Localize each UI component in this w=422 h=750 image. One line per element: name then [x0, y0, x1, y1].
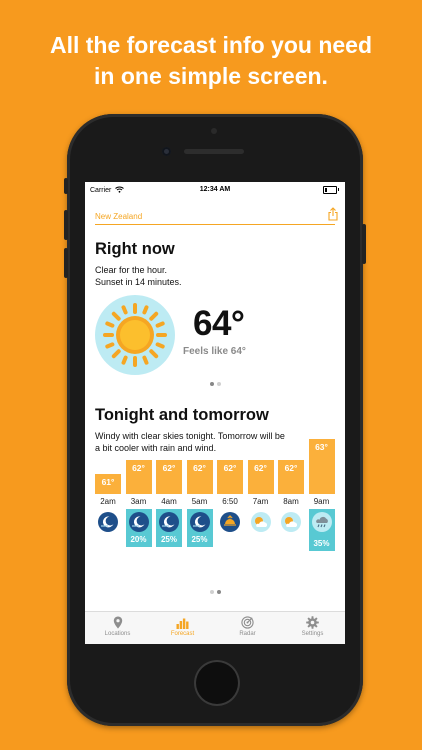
- sun-cloud-icon: [281, 512, 301, 532]
- moon-wind-icon: [159, 512, 179, 532]
- gear-icon: [306, 616, 319, 629]
- hour-label: 5am: [191, 497, 208, 506]
- hour-label: 4am: [161, 497, 177, 506]
- rain-cloud-icon: [311, 512, 332, 532]
- hour-temp: 62°: [193, 463, 206, 473]
- hour-label: 8am: [283, 497, 299, 506]
- volume-down-button: [64, 248, 68, 278]
- right-now-summary: Clear for the hour. Sunset in 14 minutes…: [95, 264, 182, 288]
- temp-bar: 61°: [95, 474, 121, 494]
- sunrise-icon: [220, 512, 240, 532]
- sun-cloud-icon: [250, 512, 271, 532]
- tab-radar[interactable]: Radar: [215, 616, 280, 637]
- tonight-title: Tonight and tomorrow: [95, 406, 269, 424]
- promo-headline: All the forecast info you need in one si…: [0, 30, 422, 92]
- app-screen: Carrier 12:34 AM New Zealand Right now C…: [85, 182, 345, 644]
- current-condition-icon: [95, 295, 175, 375]
- home-button[interactable]: [194, 660, 240, 706]
- status-bar: Carrier 12:34 AM: [85, 182, 345, 196]
- temp-bar: 63°: [308, 439, 335, 494]
- page-dot[interactable]: [209, 382, 214, 386]
- precip-percent: 25%: [160, 535, 177, 544]
- page-dot[interactable]: [209, 590, 214, 594]
- precip-percent: 20%: [130, 535, 147, 544]
- temp-bar: 62°: [247, 460, 274, 494]
- right-now-page-indicator[interactable]: [85, 382, 345, 386]
- location-pin-icon: [113, 616, 122, 629]
- volume-up-button: [64, 210, 68, 240]
- location-title[interactable]: New Zealand: [95, 212, 142, 221]
- share-icon[interactable]: [328, 207, 338, 221]
- earpiece-speaker: [184, 149, 244, 154]
- feels-like: Feels like 64°: [183, 346, 246, 357]
- hour-temp: 62°: [223, 463, 237, 473]
- tab-radar-label: Radar: [239, 631, 256, 637]
- bar-chart-icon: [176, 618, 189, 629]
- hour-label: 3am: [130, 497, 147, 506]
- hour-label: 7am: [252, 497, 269, 506]
- tab-forecast-label: Forecast: [170, 631, 195, 637]
- current-temperature: 64°: [193, 304, 245, 343]
- right-now-summary-line1: Clear for the hour.: [95, 265, 168, 275]
- front-camera: [162, 147, 171, 156]
- hour-label: 2am: [100, 497, 116, 506]
- page-dot[interactable]: [216, 382, 221, 386]
- status-time: 12:34 AM: [199, 186, 231, 193]
- tonight-page-indicator[interactable]: [85, 590, 345, 594]
- promo-headline-line1: All the forecast info you need: [49, 32, 373, 58]
- precip-percent: 25%: [191, 535, 208, 544]
- power-button: [362, 224, 366, 264]
- phone-frame: Carrier 12:34 AM New Zealand Right now C…: [64, 114, 366, 726]
- tonight-summary: Windy with clear skies tonight. Tomorrow…: [95, 430, 285, 454]
- hour-temp: 62°: [254, 463, 267, 473]
- temp-bar: 62°: [125, 460, 152, 494]
- moon-wind-icon: [128, 512, 149, 532]
- temp-bar: 62°: [156, 460, 182, 494]
- nav-bar: New Zealand: [85, 205, 345, 225]
- right-now-title: Right now: [95, 240, 175, 258]
- tab-forecast[interactable]: Forecast: [150, 616, 215, 637]
- tab-settings-label: Settings: [301, 631, 324, 637]
- tab-bar: Locations Forecast Radar Settings: [85, 611, 345, 644]
- hour-temp: 61°: [101, 477, 115, 487]
- battery-icon: [323, 186, 339, 194]
- hour-label: 6:50: [222, 497, 238, 506]
- moon-wind-icon: [189, 512, 210, 532]
- temp-bar: 62°: [217, 460, 243, 494]
- tab-locations-label: Locations: [104, 631, 131, 637]
- temp-bar: 62°: [278, 460, 304, 494]
- tab-locations[interactable]: Locations: [85, 616, 150, 637]
- hour-temp: 62°: [284, 463, 298, 473]
- right-now-summary-line2: Sunset in 14 minutes.: [95, 277, 182, 287]
- hour-temp: 63°: [315, 442, 328, 452]
- moon-wind-icon: [98, 512, 118, 532]
- page-dot[interactable]: [216, 590, 221, 594]
- temp-bar: 62°: [186, 460, 213, 494]
- promo-headline-line2: in one simple screen.: [94, 63, 328, 89]
- tab-settings[interactable]: Settings: [280, 616, 345, 637]
- mute-switch: [64, 178, 68, 194]
- radar-icon: [241, 616, 254, 629]
- tonight-summary-line1: Windy with clear skies tonight. Tomorrow…: [95, 431, 285, 441]
- hour-temp: 62°: [132, 463, 145, 473]
- nav-divider: [95, 224, 335, 225]
- proximity-sensor: [211, 128, 217, 134]
- hour-label: 9am: [313, 497, 330, 506]
- hour-temp: 62°: [162, 463, 176, 473]
- sun-icon: [103, 303, 167, 367]
- precip-percent: 35%: [313, 539, 330, 548]
- tonight-summary-line2: a bit cooler with rain and wind.: [95, 443, 217, 453]
